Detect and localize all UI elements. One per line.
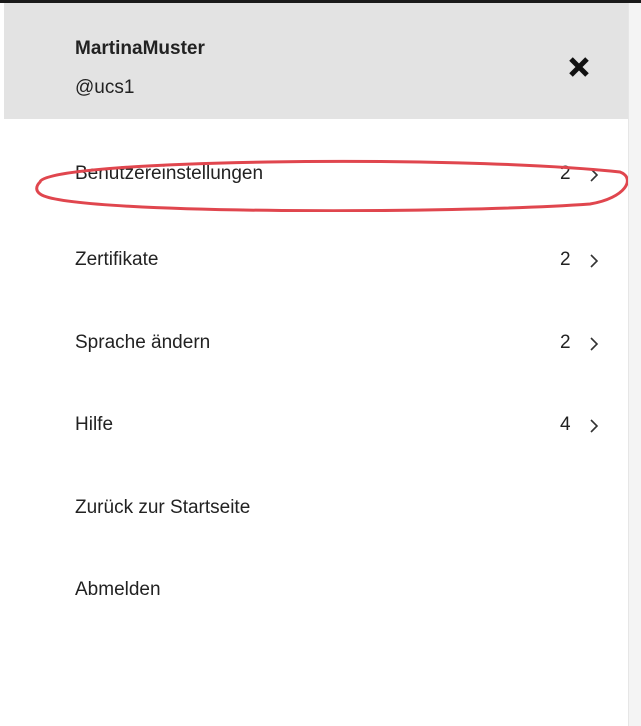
menu-item-label: Hilfe	[75, 414, 114, 435]
close-button[interactable]	[559, 47, 599, 87]
chevron-right-icon	[590, 419, 599, 433]
chevron-right-icon	[590, 254, 599, 268]
user-display-name: MartinaMuster	[75, 38, 205, 59]
menu-item-zertifikate[interactable]: Zertifikate 2	[4, 231, 628, 291]
chevron-right-icon	[590, 337, 599, 351]
menu-item-label: Zertifikate	[75, 249, 159, 270]
close-icon	[569, 57, 589, 77]
scrollbar-track[interactable]	[628, 3, 641, 726]
menu-item-label: Benutzereinstellungen	[75, 163, 264, 184]
user-handle: @ucs1	[75, 77, 135, 98]
menu-item-hilfe[interactable]: Hilfe 4	[4, 396, 628, 456]
user-menu-header: MartinaMuster @ucs1	[4, 3, 628, 119]
menu-item-count: 4	[560, 414, 571, 435]
menu-item-count: 2	[560, 249, 571, 270]
page-frame: MartinaMuster @ucs1 Benutzereinstellunge…	[0, 0, 641, 726]
menu-item-sprache-aendern[interactable]: Sprache ändern 2	[4, 314, 628, 374]
menu-item-abmelden[interactable]: Abmelden	[4, 561, 628, 621]
menu-item-count: 2	[560, 163, 571, 184]
menu-item-label: Abmelden	[75, 579, 161, 600]
menu-item-count: 2	[560, 332, 571, 353]
menu-item-zurueck-zur-startseite[interactable]: Zurück zur Startseite	[4, 479, 628, 539]
menu-item-label: Zurück zur Startseite	[75, 497, 251, 518]
user-menu-panel: MartinaMuster @ucs1 Benutzereinstellunge…	[4, 3, 628, 726]
menu-item-label: Sprache ändern	[75, 332, 211, 353]
menu-item-benutzereinstellungen[interactable]: Benutzereinstellungen 2	[4, 145, 628, 205]
chevron-right-icon	[590, 168, 599, 182]
